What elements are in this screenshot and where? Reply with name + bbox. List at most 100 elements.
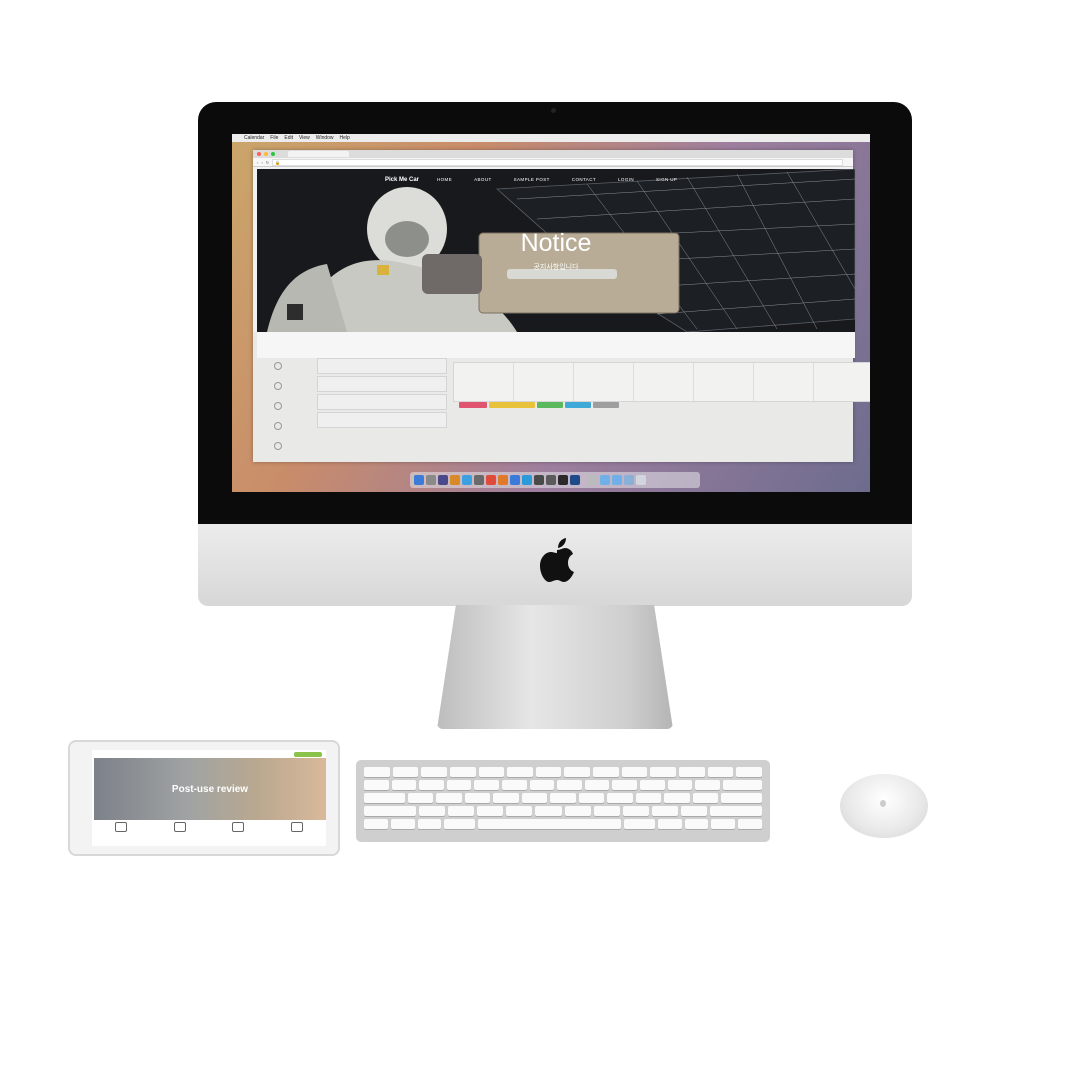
nav-contact[interactable]: CONTACT	[572, 177, 596, 182]
calendar-day[interactable]	[694, 363, 754, 401]
nav-login[interactable]: LOGIN	[618, 177, 634, 182]
feature-icon[interactable]	[232, 822, 245, 832]
key[interactable]	[501, 780, 527, 790]
tag-badge[interactable]	[459, 402, 487, 408]
key[interactable]	[391, 780, 417, 790]
nav-about[interactable]: ABOUT	[474, 177, 492, 182]
key[interactable]	[535, 767, 562, 777]
browser-tab[interactable]	[288, 151, 349, 157]
feature-icon[interactable]	[173, 822, 186, 832]
key[interactable]	[364, 780, 389, 790]
app-icon[interactable]	[474, 475, 484, 485]
app-icon[interactable]	[546, 475, 556, 485]
url-field[interactable]: 🔒	[272, 158, 843, 166]
photoshop-icon[interactable]	[570, 475, 580, 485]
key[interactable]	[680, 806, 707, 816]
key[interactable]	[607, 793, 633, 803]
key[interactable]	[449, 767, 476, 777]
list-item[interactable]	[317, 394, 447, 410]
reload-icon[interactable]: ↻	[266, 160, 269, 165]
app-icon[interactable]	[438, 475, 448, 485]
ipad-cta-button[interactable]	[294, 751, 322, 757]
menu-item-file[interactable]: File	[270, 135, 278, 141]
calendar-day[interactable]	[574, 363, 634, 401]
key[interactable]	[650, 767, 677, 777]
key[interactable]	[564, 767, 591, 777]
tag-badge[interactable]	[565, 402, 591, 408]
key[interactable]	[419, 806, 446, 816]
sidebar-item[interactable]	[267, 442, 289, 451]
command-key[interactable]	[444, 819, 476, 829]
feature-icon[interactable]	[115, 822, 128, 832]
key[interactable]	[635, 793, 662, 803]
safari-icon[interactable]	[462, 475, 472, 485]
folder-icon[interactable]	[612, 475, 622, 485]
key[interactable]	[707, 767, 734, 777]
key[interactable]	[478, 767, 505, 777]
sidebar-item[interactable]	[267, 382, 289, 391]
key[interactable]	[679, 767, 705, 777]
tag-badge[interactable]	[593, 402, 619, 408]
key[interactable]	[667, 780, 693, 790]
app-icon[interactable]	[522, 475, 532, 485]
menu-item-window[interactable]: Window	[316, 135, 334, 141]
menu-item-view[interactable]: View	[299, 135, 310, 141]
forward-icon[interactable]: ›	[261, 160, 262, 165]
key[interactable]	[692, 793, 719, 803]
delete-key[interactable]	[722, 780, 763, 790]
zoom-window-icon[interactable]	[271, 152, 275, 156]
key[interactable]	[584, 780, 610, 790]
key[interactable]	[474, 780, 499, 790]
key[interactable]	[564, 806, 591, 816]
key[interactable]	[421, 767, 447, 777]
arrow-key[interactable]	[684, 819, 709, 829]
return-key[interactable]	[721, 793, 763, 803]
app-icon[interactable]	[450, 475, 460, 485]
tab-key[interactable]	[364, 793, 405, 803]
nav-signup[interactable]: SIGN UP	[656, 177, 677, 182]
shift-key[interactable]	[364, 806, 417, 816]
key[interactable]	[521, 793, 548, 803]
key[interactable]	[593, 806, 620, 816]
firefox-icon[interactable]	[498, 475, 508, 485]
key[interactable]	[390, 819, 415, 829]
key[interactable]	[392, 767, 419, 777]
list-item[interactable]	[317, 376, 447, 392]
nav-sample-post[interactable]: SAMPLE POST	[514, 177, 550, 182]
key[interactable]	[578, 793, 605, 803]
key[interactable]	[436, 793, 462, 803]
key[interactable]	[651, 806, 678, 816]
finder-icon[interactable]	[414, 475, 424, 485]
key[interactable]	[535, 806, 562, 816]
key[interactable]	[695, 780, 720, 790]
folder-icon[interactable]	[624, 475, 634, 485]
tag-badge[interactable]	[537, 402, 563, 408]
minimize-window-icon[interactable]	[264, 152, 268, 156]
key[interactable]	[446, 780, 472, 790]
arrow-key[interactable]	[711, 819, 736, 829]
tag-badge[interactable]	[489, 402, 535, 408]
key[interactable]	[612, 780, 637, 790]
key[interactable]	[477, 806, 504, 816]
arrow-key[interactable]	[738, 819, 762, 829]
key[interactable]	[664, 793, 690, 803]
site-brand[interactable]: Pick Me Car	[385, 177, 419, 183]
shift-key[interactable]	[709, 806, 763, 816]
menu-item-edit[interactable]: Edit	[284, 135, 293, 141]
key[interactable]	[557, 780, 582, 790]
calendar-day[interactable]	[814, 363, 870, 401]
trash-icon[interactable]	[636, 475, 646, 485]
sidebar-item[interactable]	[267, 362, 289, 371]
calendar-day[interactable]	[754, 363, 814, 401]
list-item[interactable]	[317, 412, 447, 428]
key[interactable]	[529, 780, 555, 790]
folder-icon[interactable]	[600, 475, 610, 485]
app-icon[interactable]	[510, 475, 520, 485]
key[interactable]	[419, 780, 444, 790]
launchpad-icon[interactable]	[426, 475, 436, 485]
key[interactable]	[639, 780, 665, 790]
key[interactable]	[407, 793, 434, 803]
key[interactable]	[657, 819, 682, 829]
app-icon[interactable]	[558, 475, 568, 485]
key[interactable]	[493, 793, 519, 803]
